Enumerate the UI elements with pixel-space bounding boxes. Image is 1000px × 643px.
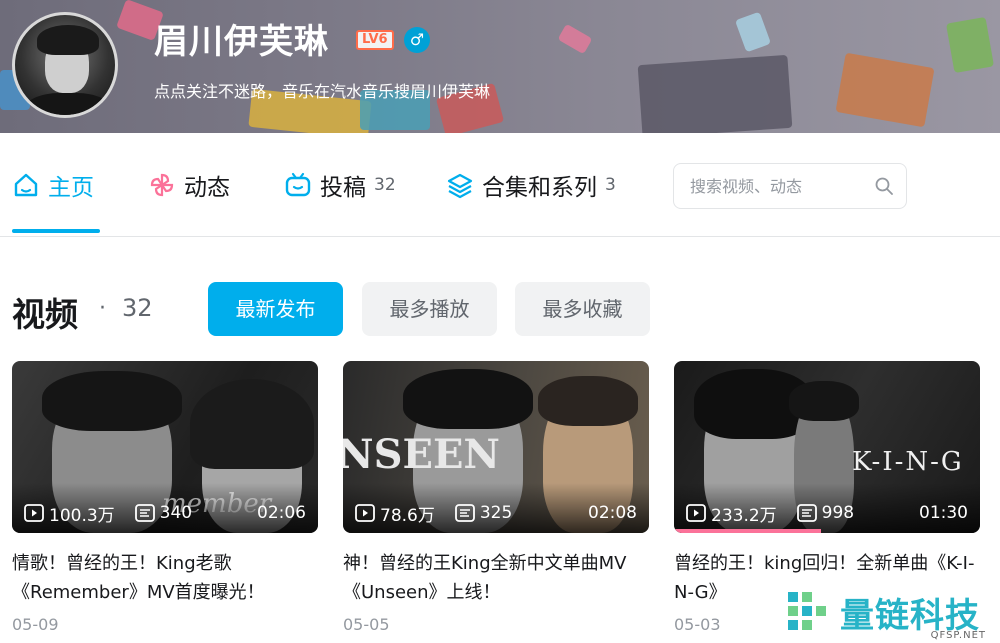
danmaku-count: 998 xyxy=(796,503,854,523)
video-thumbnail[interactable]: member 100.3万 340 02:06 xyxy=(12,361,318,533)
search-box[interactable] xyxy=(673,163,907,209)
search-input[interactable] xyxy=(690,174,860,198)
video-duration: 01:30 xyxy=(919,503,968,523)
tab-label: 投稿 xyxy=(320,175,366,201)
thumbnail-caption: K-I-N-G xyxy=(852,447,964,477)
level-badge: LV6 xyxy=(356,30,394,50)
tab-count: 3 xyxy=(605,175,616,195)
user-sign: 点点关注不迷路，音乐在汽水音乐搜眉川伊芙琳 xyxy=(154,82,491,101)
play-icon xyxy=(355,504,375,522)
tab-home[interactable]: 主页 xyxy=(12,169,94,201)
play-icon xyxy=(24,504,44,522)
section-title: 视频 xyxy=(12,295,78,334)
watermark-logo-icon xyxy=(788,592,826,630)
pinwheel-icon xyxy=(148,171,176,199)
watermark-site: QFSP.NET xyxy=(930,630,986,641)
thumbnail-caption: NSEEN xyxy=(343,431,500,478)
banner-decoration xyxy=(835,52,935,128)
watch-progress-bar xyxy=(674,529,821,533)
video-count: 32 xyxy=(122,294,153,322)
danmaku-count: 325 xyxy=(454,503,512,523)
video-duration: 02:06 xyxy=(257,503,306,523)
video-title[interactable]: 情歌！曾经的王！King老歌《Remember》MV首度曝光！ xyxy=(12,549,318,607)
profile-banner: 眉川伊芙琳 LV6 ♂ 点点关注不迷路，音乐在汽水音乐搜眉川伊芙琳 xyxy=(0,0,1000,133)
video-date: 05-05 xyxy=(343,615,390,634)
play-icon xyxy=(686,504,706,522)
play-count: 78.6万 xyxy=(355,501,435,526)
active-tab-indicator xyxy=(12,229,100,233)
tv-icon xyxy=(284,171,312,199)
layers-icon xyxy=(446,171,474,199)
profile-tabs: 主页 动态 投稿 32 合集和系列 3 xyxy=(0,133,1000,237)
tab-uploads[interactable]: 投稿 32 xyxy=(284,169,396,201)
video-thumbnail[interactable]: K-I-N-G 233.2万 998 01:30 xyxy=(674,361,980,533)
watermark: 量链科技 QFSP.NET xyxy=(778,582,1000,643)
home-icon xyxy=(12,171,40,199)
sort-most-played-button[interactable]: 最多播放 xyxy=(362,282,497,336)
tab-dynamic[interactable]: 动态 xyxy=(148,169,230,201)
banner-decoration xyxy=(557,23,593,55)
danmaku-icon xyxy=(134,504,155,522)
banner-decoration xyxy=(637,54,793,133)
video-thumbnail[interactable]: NSEEN 78.6万 325 02:08 xyxy=(343,361,649,533)
tab-label: 主页 xyxy=(48,175,94,201)
play-count: 233.2万 xyxy=(686,501,777,526)
video-date: 05-09 xyxy=(12,615,59,634)
sort-latest-button[interactable]: 最新发布 xyxy=(208,282,343,336)
danmaku-icon xyxy=(796,504,817,522)
video-card[interactable]: NSEEN 78.6万 325 02:08 神！曾经的王King全新中文单曲MV… xyxy=(343,361,649,634)
banner-decoration xyxy=(734,11,772,53)
tab-label: 动态 xyxy=(184,175,230,201)
sort-most-favorited-button[interactable]: 最多收藏 xyxy=(515,282,650,336)
tab-collections[interactable]: 合集和系列 3 xyxy=(446,169,616,201)
username: 眉川伊芙琳 xyxy=(154,22,329,62)
video-title[interactable]: 神！曾经的王King全新中文单曲MV《Unseen》上线！ xyxy=(343,549,649,607)
section-separator: · xyxy=(99,296,106,321)
banner-decoration xyxy=(945,16,995,74)
danmaku-icon xyxy=(454,504,475,522)
tab-label: 合集和系列 xyxy=(482,175,597,201)
avatar[interactable] xyxy=(12,12,118,118)
tab-count: 32 xyxy=(374,175,396,195)
play-count: 100.3万 xyxy=(24,501,115,526)
male-icon: ♂ xyxy=(404,27,430,53)
search-icon[interactable] xyxy=(874,176,894,196)
video-duration: 02:08 xyxy=(588,503,637,523)
video-card[interactable]: member 100.3万 340 02:06 情歌！曾经的王！King老歌《R… xyxy=(12,361,318,634)
danmaku-count: 340 xyxy=(134,503,192,523)
